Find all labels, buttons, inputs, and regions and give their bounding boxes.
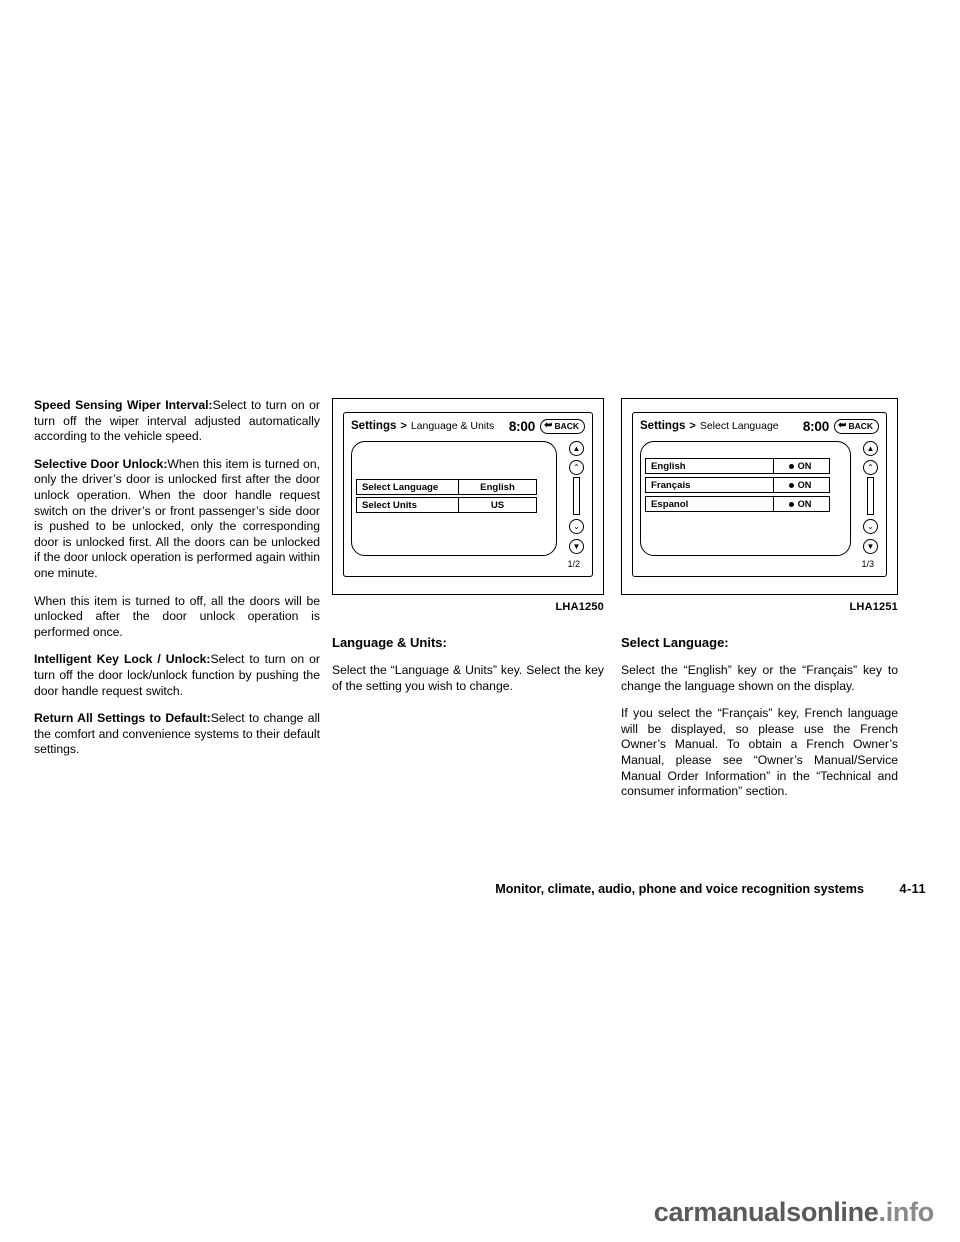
menu-item-espanol[interactable]: Espanol ON bbox=[645, 496, 830, 512]
watermark-name: carmanualsonline bbox=[653, 1197, 879, 1227]
menu-item-value: US bbox=[458, 498, 536, 512]
heading-select-language: Select Language: bbox=[621, 635, 729, 650]
footer-page-number: 4-11 bbox=[899, 882, 926, 896]
paragraph-return-all-settings: Return All Settings to Default:Select to… bbox=[34, 711, 320, 758]
menu-item-label: Select Units bbox=[362, 499, 417, 511]
paragraph-lead: Speed Sensing Wiper Interval: bbox=[34, 398, 213, 412]
menu-item-state: ON bbox=[773, 478, 829, 492]
page: Speed Sensing Wiper Interval:Select to t… bbox=[0, 0, 960, 1242]
watermark: carmanualsonline.info bbox=[653, 1197, 935, 1228]
menu-item-label: Français bbox=[651, 479, 691, 491]
scroll-up-fast-icon[interactable]: ▲ bbox=[863, 441, 878, 456]
scroll-up-icon[interactable]: ⌃ bbox=[569, 460, 584, 475]
back-button-label: BACK bbox=[554, 421, 579, 431]
figure-select-language: Settings > Select Language 8:00 ➥ BACK E… bbox=[621, 398, 898, 613]
menu-item-value: English bbox=[458, 480, 536, 494]
figure-caption: LHA1251 bbox=[849, 601, 898, 613]
screen-title: Settings bbox=[640, 420, 686, 432]
figure-frame: Settings > Select Language 8:00 ➥ BACK E… bbox=[621, 398, 898, 595]
nav-screen-language-units: Settings > Language & Units 8:00 ➥ BACK … bbox=[343, 412, 593, 577]
back-button[interactable]: ➥ BACK bbox=[834, 418, 879, 434]
figure-frame: Settings > Language & Units 8:00 ➥ BACK … bbox=[332, 398, 604, 595]
menu-item-state: ON bbox=[773, 497, 829, 511]
paragraph-text: When this item is turned to off, all the… bbox=[34, 593, 320, 639]
paragraph-door-unlock-off: When this item is turned to off, all the… bbox=[34, 594, 320, 641]
menu-item-value: ON bbox=[797, 480, 812, 490]
footer: Monitor, climate, audio, phone and voice… bbox=[34, 882, 926, 904]
status-dot-icon bbox=[788, 501, 794, 507]
menu-item-label: Espanol bbox=[651, 498, 689, 510]
paragraph-lead: Return All Settings to Default: bbox=[34, 711, 211, 726]
back-button-label: BACK bbox=[848, 421, 873, 431]
figure-caption: LHA1250 bbox=[555, 601, 604, 613]
paragraph-text: When this item is turned on, only the dr… bbox=[34, 456, 320, 580]
paragraph-lead: Intelligent Key Lock / Unlock: bbox=[34, 652, 211, 667]
footer-section-title: Monitor, climate, audio, phone and voice… bbox=[495, 882, 864, 896]
page-indicator: 1/2 bbox=[567, 559, 580, 569]
menu-item-state: ON bbox=[773, 459, 829, 473]
screen-title: Settings bbox=[351, 420, 397, 432]
scrollbar[interactable] bbox=[867, 477, 874, 515]
paragraph-lead: Selective Door Unlock: bbox=[34, 456, 168, 471]
menu-item-value: ON bbox=[797, 461, 812, 471]
menu-item-label: Select Language bbox=[362, 481, 439, 493]
paragraph-selective-door-unlock: Selective Door Unlock:When this item is … bbox=[34, 457, 320, 582]
back-arrow-icon: ➥ bbox=[544, 420, 553, 431]
paragraph-speed-sensing-wiper: Speed Sensing Wiper Interval:Select to t… bbox=[34, 398, 320, 445]
heading-language-units: Language & Units: bbox=[332, 635, 447, 650]
figure-language-units: Settings > Language & Units 8:00 ➥ BACK … bbox=[332, 398, 604, 613]
nav-screen-select-language: Settings > Select Language 8:00 ➥ BACK E… bbox=[632, 412, 887, 577]
clock: 8:00 bbox=[508, 418, 536, 434]
status-dot-icon bbox=[788, 482, 794, 488]
menu-item-value: ON bbox=[797, 499, 812, 509]
left-text-column: Speed Sensing Wiper Interval:Select to t… bbox=[34, 398, 320, 758]
screen-header: Settings > Language & Units 8:00 ➥ BACK bbox=[344, 413, 592, 439]
scrollbar[interactable] bbox=[573, 477, 580, 515]
right-column: Settings > Select Language 8:00 ➥ BACK E… bbox=[621, 398, 898, 800]
breadcrumb-current: Select Language bbox=[699, 420, 779, 432]
scroll-down-fast-icon[interactable]: ▼ bbox=[863, 539, 878, 554]
breadcrumb-separator: > bbox=[400, 420, 407, 432]
page-indicator: 1/3 bbox=[861, 559, 874, 569]
menu-item-label: English bbox=[651, 460, 686, 472]
back-button[interactable]: ➥ BACK bbox=[540, 418, 585, 434]
breadcrumb-separator: > bbox=[689, 420, 696, 432]
back-arrow-icon: ➥ bbox=[838, 420, 847, 431]
middle-column: Settings > Language & Units 8:00 ➥ BACK … bbox=[332, 398, 604, 694]
paragraph-select-language-1: Select the “English” key or the “Françai… bbox=[621, 663, 898, 693]
scroll-down-fast-icon[interactable]: ▼ bbox=[569, 539, 584, 554]
scroll-down-icon[interactable]: ⌄ bbox=[569, 519, 584, 534]
scroll-up-icon[interactable]: ⌃ bbox=[863, 460, 878, 475]
menu-item-select-units[interactable]: Select Units US bbox=[356, 497, 537, 513]
menu-item-francais[interactable]: Français ON bbox=[645, 477, 830, 493]
paragraph-intelligent-key-lock: Intelligent Key Lock / Unlock:Select to … bbox=[34, 652, 320, 699]
screen-header: Settings > Select Language 8:00 ➥ BACK bbox=[633, 413, 886, 439]
paragraph-select-language-2: If you select the “Français” key, French… bbox=[621, 706, 898, 799]
scroll-down-icon[interactable]: ⌄ bbox=[863, 519, 878, 534]
status-dot-icon bbox=[788, 463, 794, 469]
breadcrumb-current: Language & Units bbox=[410, 420, 495, 432]
clock: 8:00 bbox=[802, 418, 830, 434]
scroll-up-fast-icon[interactable]: ▲ bbox=[569, 441, 584, 456]
menu-item-select-language[interactable]: Select Language English bbox=[356, 479, 537, 495]
menu-item-english[interactable]: English ON bbox=[645, 458, 830, 474]
watermark-tld: .info bbox=[878, 1197, 935, 1227]
paragraph-language-units: Select the “Language & Units” key. Selec… bbox=[332, 663, 604, 693]
